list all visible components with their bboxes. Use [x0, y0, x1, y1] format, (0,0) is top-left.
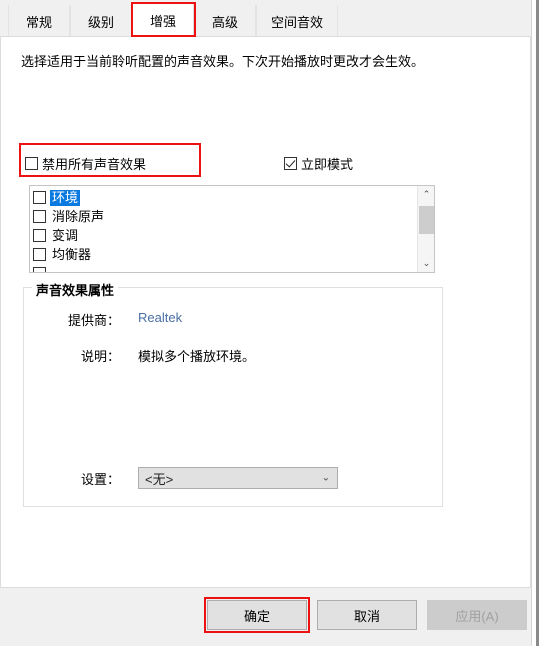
description-label: 说明： [80, 349, 120, 364]
tab-label: 级别 [87, 14, 114, 30]
list-item-label: 消除原声 [52, 208, 105, 224]
list-item-label: 均衡器 [52, 246, 92, 262]
effects-list-scrollbar[interactable]: ⌃ ⌄ [417, 186, 434, 272]
tab-advanced[interactable]: 高级 [194, 5, 256, 37]
checkbox-box[interactable] [33, 267, 46, 272]
tab-label: 常规 [25, 14, 52, 30]
cancel-button-label: 取消 [353, 608, 380, 624]
disable-all-effects-label: 禁用所有声音效果 [42, 157, 147, 172]
checkbox-box [25, 157, 38, 170]
chevron-down-icon: ⌄ [321, 472, 330, 484]
effects-listbox[interactable]: 环境 消除原声 变调 均衡器 ⌃ ⌄ [29, 185, 435, 273]
settings-row: 设置： <无> ⌄ [34, 467, 338, 489]
checkbox-box [284, 157, 297, 170]
provider-row: 提供商： Realtek [34, 310, 182, 329]
tab-label: 增强 [149, 14, 176, 29]
list-item[interactable]: 消除原声 [33, 207, 417, 226]
window-right-edge [531, 0, 539, 646]
tab-levels[interactable]: 级别 [70, 5, 132, 37]
list-item-partial[interactable] [33, 264, 417, 272]
checkbox-box[interactable] [33, 248, 46, 261]
provider-label: 提供商： [67, 313, 120, 328]
immediate-mode-label: 立即模式 [301, 157, 354, 172]
description-row: 说明： 模拟多个播放环境。 [34, 346, 255, 365]
tab-strip: 常规 级别 增强 高级 空间音效 [0, 0, 531, 37]
tab-general[interactable]: 常规 [8, 5, 70, 37]
checkbox-box[interactable] [33, 210, 46, 223]
list-item[interactable]: 均衡器 [33, 245, 417, 264]
groupbox-title: 声音效果属性 [32, 280, 119, 299]
list-item-label: 环境 [50, 189, 81, 206]
scroll-up-icon[interactable]: ⌃ [418, 186, 434, 203]
checkbox-box[interactable] [33, 229, 46, 242]
list-item[interactable]: 变调 [33, 226, 417, 245]
checkbox-box[interactable] [33, 191, 46, 204]
effect-properties-groupbox: 声音效果属性 提供商： Realtek 说明： 模拟多个播放环境。 设置： <无… [23, 280, 443, 507]
apply-button: 应用(A) [427, 600, 527, 630]
provider-value: Realtek [138, 310, 183, 325]
panel-description: 选择适用于当前聆听配置的声音效果。下次开始播放时更改才会生效。 [21, 54, 425, 69]
settings-dropdown[interactable]: <无> ⌄ [138, 467, 338, 489]
scroll-down-icon[interactable]: ⌄ [418, 255, 434, 272]
tab-spatial-audio[interactable]: 空间音效 [256, 5, 338, 37]
scrollbar-thumb[interactable] [419, 206, 434, 234]
list-item-label: 变调 [52, 227, 79, 243]
apply-button-label: 应用(A) [455, 608, 499, 624]
tab-enhancements[interactable]: 增强 [132, 3, 194, 37]
list-item[interactable]: 环境 [33, 188, 417, 207]
cancel-button[interactable]: 取消 [317, 600, 417, 630]
settings-label: 设置： [80, 471, 120, 487]
disable-all-effects-checkbox[interactable]: 禁用所有声音效果 [25, 154, 146, 173]
description-value: 模拟多个播放环境。 [138, 349, 256, 364]
dialog-footer: 确定 取消 应用(A) [0, 588, 531, 646]
tab-label: 空间音效 [270, 14, 323, 30]
immediate-mode-checkbox[interactable]: 立即模式 [284, 154, 353, 173]
effects-list: 环境 消除原声 变调 均衡器 [30, 186, 417, 272]
enhancements-panel: 选择适用于当前聆听配置的声音效果。下次开始播放时更改才会生效。 禁用所有声音效果… [0, 36, 531, 588]
audio-properties-dialog: 常规 级别 增强 高级 空间音效 选择适用于当前聆听配置的声音效果。下次开始播放… [0, 0, 539, 646]
settings-dropdown-value: <无> [145, 471, 174, 487]
ok-button-label: 确定 [243, 608, 270, 624]
tab-label: 高级 [211, 14, 238, 30]
ok-button[interactable]: 确定 [207, 600, 307, 630]
